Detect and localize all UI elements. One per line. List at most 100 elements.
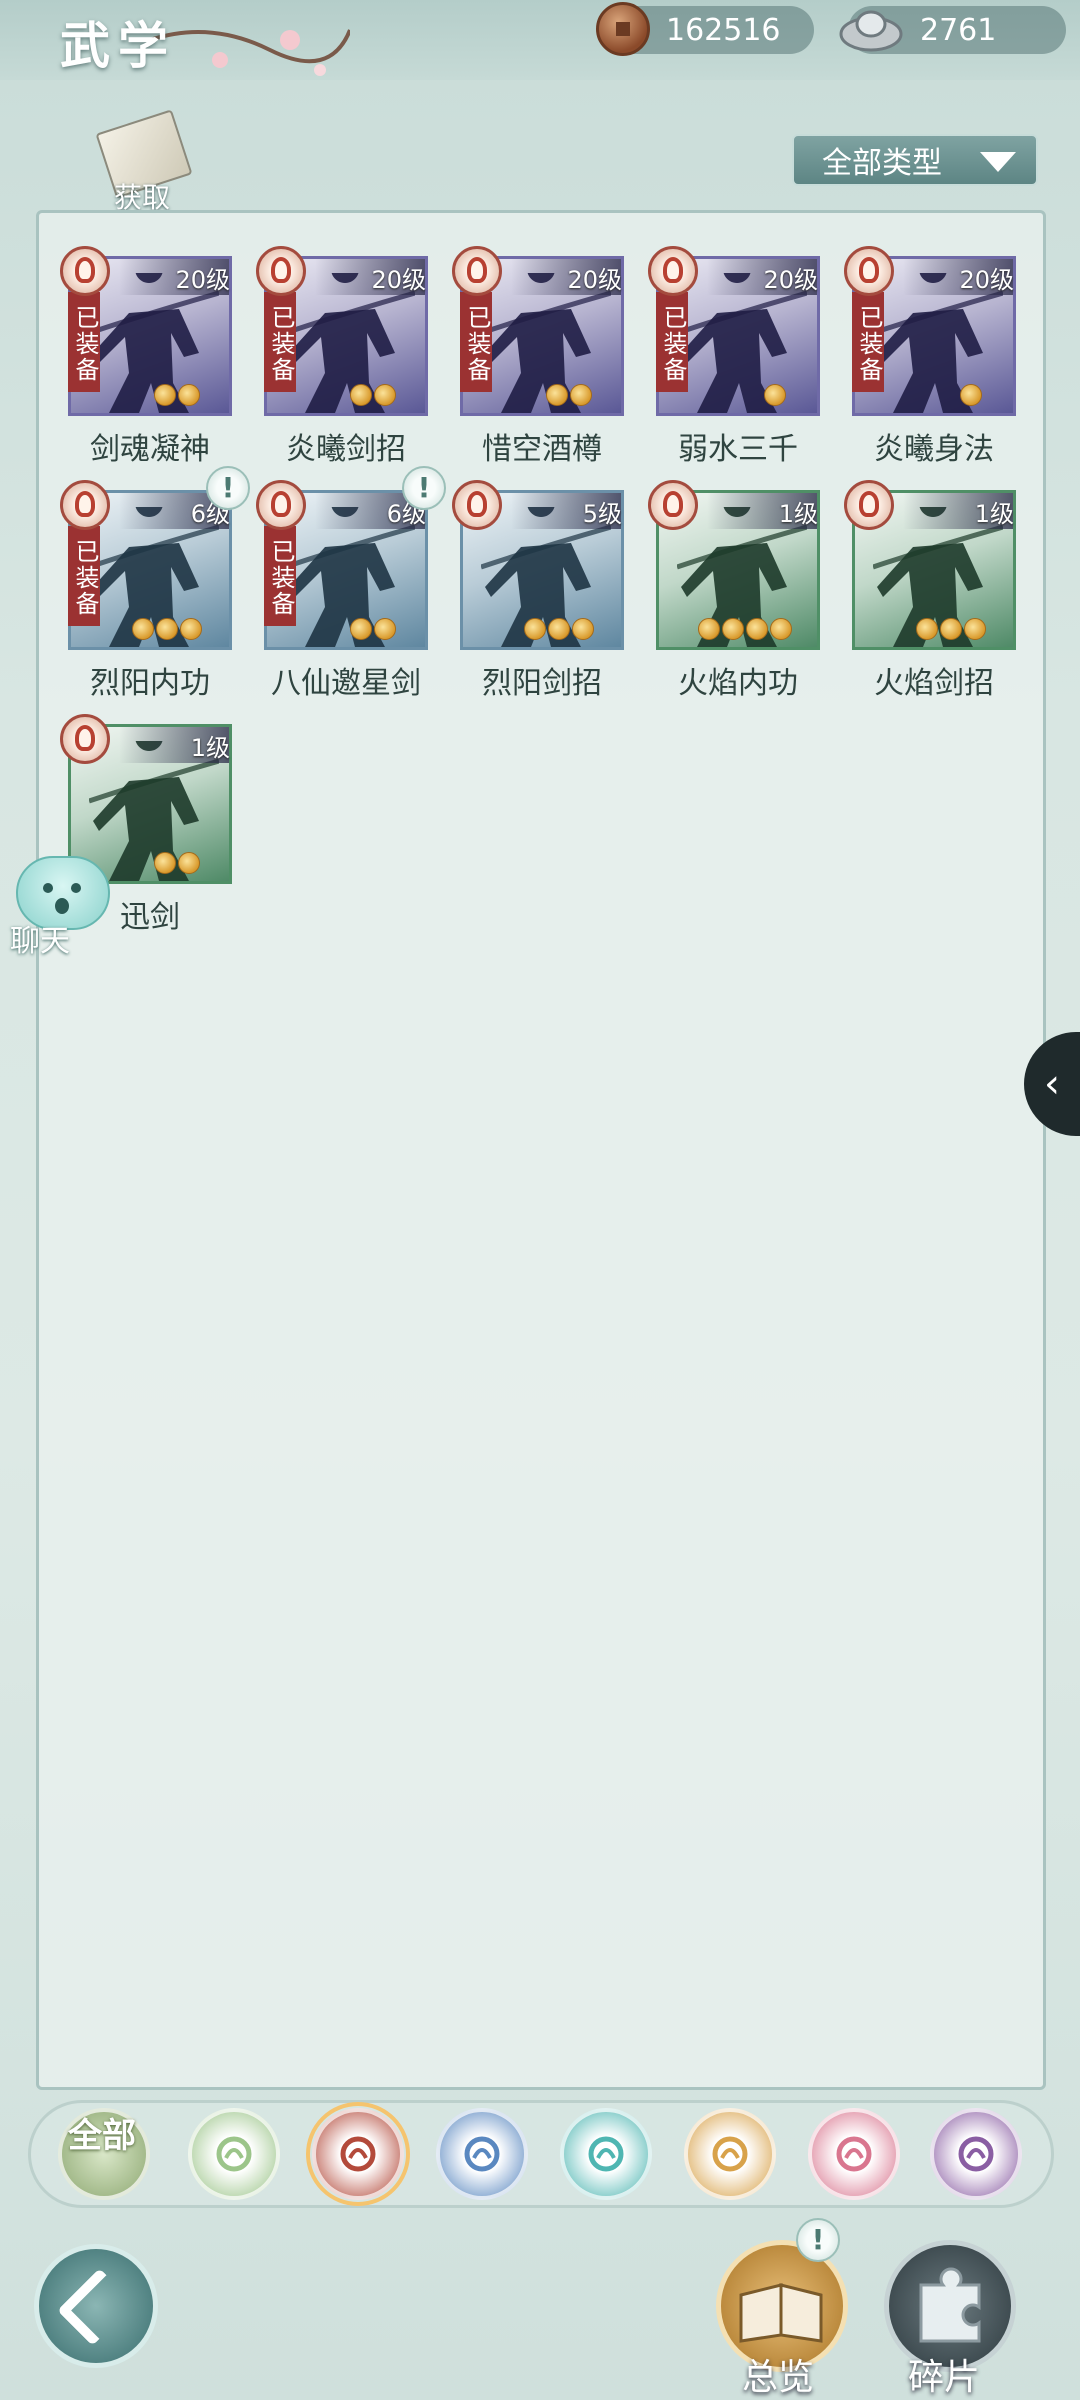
skill-card[interactable]: 20级已装备弱水三千 — [648, 246, 824, 496]
silver-ingot-icon — [839, 10, 903, 52]
star-icon — [916, 618, 938, 640]
copper-currency[interactable]: 162516 — [596, 2, 814, 56]
star-icon — [570, 384, 592, 406]
skill-name: 剑魂凝神 — [90, 432, 210, 467]
star-rating — [132, 618, 204, 644]
star-icon — [770, 618, 792, 640]
star-rating — [960, 384, 984, 410]
category-bar — [28, 2100, 1054, 2208]
skill-name: 火焰剑招 — [874, 666, 994, 701]
gold-seal-icon — [712, 2136, 748, 2172]
category-rose-button[interactable] — [930, 2108, 1022, 2200]
equipped-badge: 已装备 — [264, 292, 296, 392]
skill-level: 1级 — [974, 500, 1014, 528]
dropdown-arrow-icon — [980, 152, 1016, 172]
flame-sect-icon — [60, 246, 110, 296]
star-icon — [132, 618, 154, 640]
skill-card[interactable]: 6级 已装备 烈阳内功! — [60, 466, 250, 730]
chevron-left-icon: ‹ — [1044, 1061, 1060, 1107]
chat-label: 聊天 — [10, 924, 70, 959]
category-gold-seal-button[interactable] — [684, 2108, 776, 2200]
star-icon — [524, 618, 546, 640]
skill-name: 炎曦身法 — [874, 432, 994, 467]
fragments-label: 碎片 — [908, 2357, 981, 2398]
category-flame-button[interactable] — [306, 2102, 410, 2206]
copper-amount: 162516 — [666, 12, 781, 48]
rose-icon — [958, 2136, 994, 2172]
flame-sect-icon — [844, 480, 894, 530]
back-arrow-icon — [57, 2268, 135, 2346]
skill-card[interactable]: 20级 已装备 惜空酒樽 — [452, 246, 628, 496]
alert-icon: ! — [206, 466, 250, 510]
equipped-badge: 已装备 — [68, 526, 100, 626]
star-icon — [350, 384, 372, 406]
overview-label: 总览 — [742, 2357, 815, 2398]
back-button[interactable] — [34, 2244, 158, 2368]
acquire-button[interactable]: 获取 — [95, 109, 196, 214]
star-rating — [698, 618, 794, 644]
equipped-badge: 已装备 — [68, 292, 100, 392]
star-icon — [374, 384, 396, 406]
flame-sect-icon — [256, 480, 306, 530]
butterfly-icon — [588, 2136, 624, 2172]
skill-level: 20级 — [959, 266, 1014, 294]
skill-name: 烈阳内功 — [90, 666, 210, 701]
flame-sect-icon — [452, 480, 502, 530]
skill-card[interactable]: 5级 烈阳剑招 — [452, 480, 628, 730]
flame-sect-icon — [452, 246, 502, 296]
skill-card[interactable]: 20级已装备炎曦身法 — [844, 246, 1020, 496]
category-wave-button[interactable] — [436, 2108, 528, 2200]
star-rating — [154, 384, 202, 410]
star-icon — [698, 618, 720, 640]
star-rating — [350, 384, 398, 410]
star-icon — [548, 618, 570, 640]
moon-icon — [836, 2136, 872, 2172]
category-green-sword-button[interactable] — [188, 2108, 280, 2200]
flame-sect-icon — [648, 246, 698, 296]
skill-level: 20级 — [763, 266, 818, 294]
star-rating — [764, 384, 788, 410]
star-icon — [722, 618, 744, 640]
equipped-badge: 已装备 — [852, 292, 884, 392]
skill-card[interactable]: 20级 已装备 剑魂凝神 — [60, 246, 236, 496]
star-icon — [178, 852, 200, 874]
star-icon — [764, 384, 786, 406]
skill-level: 1级 — [190, 734, 230, 762]
category-moon-button[interactable] — [808, 2108, 900, 2200]
overview-alert-icon: ! — [796, 2218, 840, 2262]
star-icon — [156, 618, 178, 640]
star-icon — [180, 618, 202, 640]
category-all-button[interactable]: 全部 — [58, 2108, 150, 2200]
equipped-badge: 已装备 — [264, 526, 296, 626]
star-icon — [350, 618, 372, 640]
skill-name: 火焰内功 — [678, 666, 798, 701]
equipped-badge: 已装备 — [460, 292, 492, 392]
silver-amount: 2761 — [920, 12, 997, 48]
star-rating — [154, 852, 202, 878]
plum-branch-decoration — [150, 29, 350, 76]
star-icon — [964, 618, 986, 640]
star-icon — [960, 384, 982, 406]
skill-name: 弱水三千 — [678, 432, 798, 467]
equipped-badge: 已装备 — [656, 292, 688, 392]
skill-level: 5级 — [582, 500, 622, 528]
star-rating — [546, 384, 594, 410]
skill-card[interactable]: 1级火焰剑招 — [844, 480, 1020, 730]
silver-currency[interactable]: 2761 — [839, 6, 1066, 54]
chat-button[interactable]: 聊天 — [10, 856, 110, 966]
skill-card[interactable]: 1级火焰内功 — [648, 480, 824, 730]
star-icon — [746, 618, 768, 640]
flame-sect-icon — [256, 246, 306, 296]
copper-coin-icon — [596, 2, 650, 56]
category-butterfly-button[interactable] — [560, 2108, 652, 2200]
category-all-label: 全部 — [68, 2116, 136, 2156]
skill-card[interactable]: 6级 已装备 八仙邀星剑! — [256, 466, 446, 730]
flame-sect-icon — [60, 714, 110, 764]
type-filter-dropdown[interactable]: 全部类型 — [792, 134, 1038, 186]
type-filter-label: 全部类型 — [822, 146, 942, 181]
skill-level: 1级 — [778, 500, 818, 528]
skill-card[interactable]: 20级 已装备 炎曦剑招 — [256, 246, 432, 496]
star-icon — [940, 618, 962, 640]
star-icon — [374, 618, 396, 640]
flame-icon — [340, 2136, 376, 2172]
